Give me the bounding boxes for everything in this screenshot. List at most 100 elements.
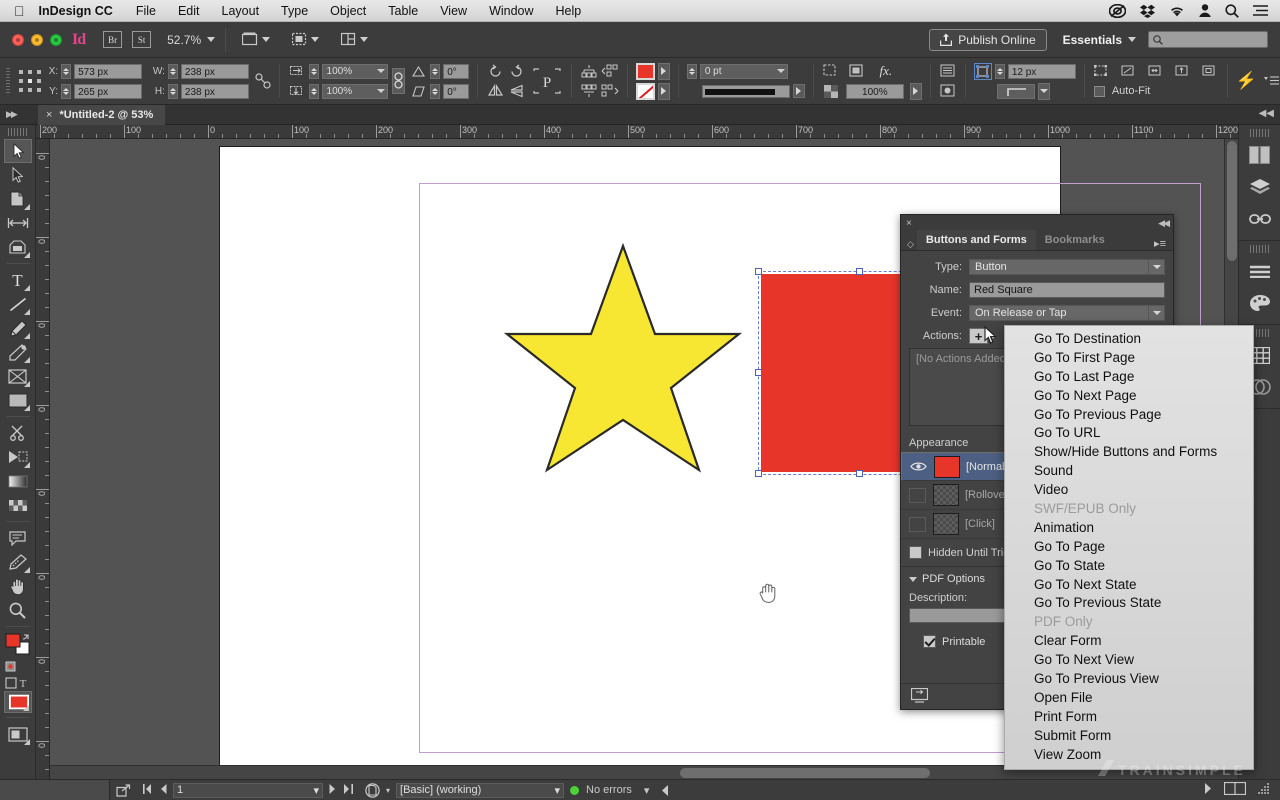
close-icon[interactable]: × [46, 109, 52, 121]
w-input[interactable]: 238 px [180, 63, 249, 79]
type-tool[interactable]: T [4, 268, 32, 292]
gradient-swatch-tool[interactable] [4, 469, 32, 493]
opacity-dropdown[interactable] [909, 82, 922, 100]
reference-point-proxy[interactable] [18, 69, 42, 93]
arrange-documents-button[interactable] [341, 32, 369, 47]
menu-view[interactable]: View [429, 4, 478, 18]
select-next-object-icon[interactable] [601, 83, 619, 100]
list-icon[interactable] [1253, 5, 1268, 16]
corner-size-input[interactable]: 12 px [1007, 63, 1076, 79]
text-frame-columns-icon[interactable] [939, 63, 957, 80]
selection-tool[interactable] [3, 139, 32, 163]
layers-panel-icon[interactable] [1245, 172, 1275, 202]
bridge-button[interactable]: Br [103, 31, 123, 48]
links-panel-icon[interactable] [1245, 204, 1275, 234]
fit-content-proportionally-icon[interactable] [1093, 63, 1111, 80]
eyedropper-tool[interactable] [4, 550, 32, 574]
page-navigation-forward[interactable] [323, 783, 359, 797]
menu-item[interactable]: Go To Previous View [1005, 670, 1253, 689]
page-layout-toggle[interactable] [1223, 781, 1247, 798]
fill-swatch-dropdown[interactable] [657, 62, 670, 80]
select-previous-object-icon[interactable] [601, 63, 619, 80]
menu-item[interactable]: Video [1005, 481, 1253, 500]
zoom-tool[interactable] [4, 598, 32, 622]
collapse-status-left-button[interactable] [655, 784, 675, 796]
formatting-affects-text-icon[interactable]: T [4, 675, 32, 691]
select-content-up-icon[interactable] [580, 63, 598, 80]
page-tool[interactable] [4, 187, 32, 211]
stroke-style-dropdown[interactable] [792, 84, 805, 98]
collapse-panel-icon[interactable]: ◀◀ [1158, 218, 1170, 229]
text-wrap-shape-icon[interactable] [939, 83, 957, 100]
resize-handle-top-center[interactable] [856, 268, 863, 275]
workspace-switcher[interactable]: Essentials [1047, 33, 1142, 47]
quick-apply-icon[interactable]: ⚡ [1236, 71, 1257, 91]
menu-item[interactable]: Go To Previous Page [1005, 406, 1253, 425]
expand-status-right-button[interactable] [1204, 783, 1212, 797]
dock-grab-handle[interactable] [1249, 245, 1270, 253]
maximize-window-button[interactable] [50, 33, 62, 46]
h-input[interactable]: 238 px [180, 83, 249, 99]
event-select[interactable]: On Release or Tap [969, 305, 1165, 321]
rotate-ccw-icon[interactable] [486, 63, 504, 80]
resize-handle-bottom-left[interactable] [755, 470, 762, 477]
menu-window[interactable]: Window [478, 4, 544, 18]
note-tool[interactable] [4, 526, 32, 550]
constrain-proportions-icon[interactable] [254, 73, 271, 90]
stroke-color-swatch[interactable] [635, 82, 655, 100]
fill-color-swatch[interactable] [635, 62, 655, 80]
flip-vertical-icon[interactable] [507, 83, 525, 100]
printable-checkbox[interactable] [923, 635, 936, 648]
menu-item[interactable]: Open File [1005, 689, 1253, 708]
previous-page-button[interactable] [160, 783, 167, 797]
close-icon[interactable]: × [906, 218, 912, 229]
close-window-button[interactable] [12, 33, 24, 46]
gradient-feather-tool[interactable] [4, 493, 32, 517]
select-content-down-icon[interactable] [580, 83, 598, 100]
last-page-button[interactable] [344, 783, 353, 797]
menu-item[interactable]: Go To First Page [1005, 349, 1253, 368]
collapse-left-dock-icon[interactable]: ▶▶ [6, 109, 18, 120]
search-icon[interactable] [1225, 3, 1239, 18]
pages-panel-icon[interactable] [1245, 140, 1275, 170]
first-page-button[interactable] [143, 783, 152, 797]
resize-handle-top-left[interactable] [755, 268, 762, 275]
corner-shape-dropdown[interactable] [1037, 82, 1050, 100]
content-collector-tool[interactable] [4, 235, 32, 259]
corner-shape-icon[interactable] [973, 62, 992, 80]
apply-color-button[interactable] [3, 691, 32, 713]
effects-fx-button[interactable]: fx. [874, 63, 898, 80]
line-tool[interactable] [4, 292, 32, 316]
frame-tool[interactable] [4, 364, 32, 388]
dock-grab-handle[interactable] [1249, 129, 1270, 137]
opacity-input[interactable]: 100% [845, 83, 904, 99]
menu-item[interactable]: Go To Destination [1005, 330, 1253, 349]
vertical-ruler[interactable]: 0 0 0 0 0 0 0 0 [36, 139, 50, 779]
tools-panel-grab-handle[interactable] [7, 128, 28, 136]
rotate-cw-icon[interactable] [507, 63, 525, 80]
scale-y-stepper[interactable] [308, 83, 319, 99]
dropbox-icon[interactable] [1140, 4, 1155, 18]
resize-handle-bottom-center[interactable] [856, 470, 863, 477]
menu-type[interactable]: Type [270, 4, 319, 18]
w-stepper[interactable] [167, 63, 178, 79]
view-options-button[interactable] [292, 32, 320, 47]
actions-dropdown-menu[interactable]: Go To Destination Go To First Page Go To L… [1004, 325, 1254, 771]
search-input[interactable] [1148, 31, 1268, 48]
menu-object[interactable]: Object [319, 4, 377, 18]
menu-item[interactable]: View Zoom [1005, 746, 1253, 765]
pen-tool[interactable] [4, 316, 32, 340]
type-select[interactable]: Button [969, 259, 1165, 275]
menu-item[interactable]: Go To Page [1005, 538, 1253, 557]
horizontal-scrollbar-thumb[interactable] [680, 768, 930, 778]
menu-item[interactable]: Clear Form [1005, 632, 1253, 651]
name-input[interactable]: Red Square [969, 282, 1165, 298]
scale-y-select[interactable]: 100% [321, 83, 388, 99]
flip-horizontal-icon[interactable] [486, 83, 504, 100]
control-panel-menu-icon[interactable] [1264, 73, 1280, 90]
menu-item[interactable]: Show/Hide Buttons and Forms [1005, 443, 1253, 462]
knockout-group-icon[interactable] [848, 63, 866, 80]
hand-tool[interactable] [4, 574, 32, 598]
menu-layout[interactable]: Layout [211, 4, 271, 18]
isolate-blending-icon[interactable] [822, 63, 840, 80]
